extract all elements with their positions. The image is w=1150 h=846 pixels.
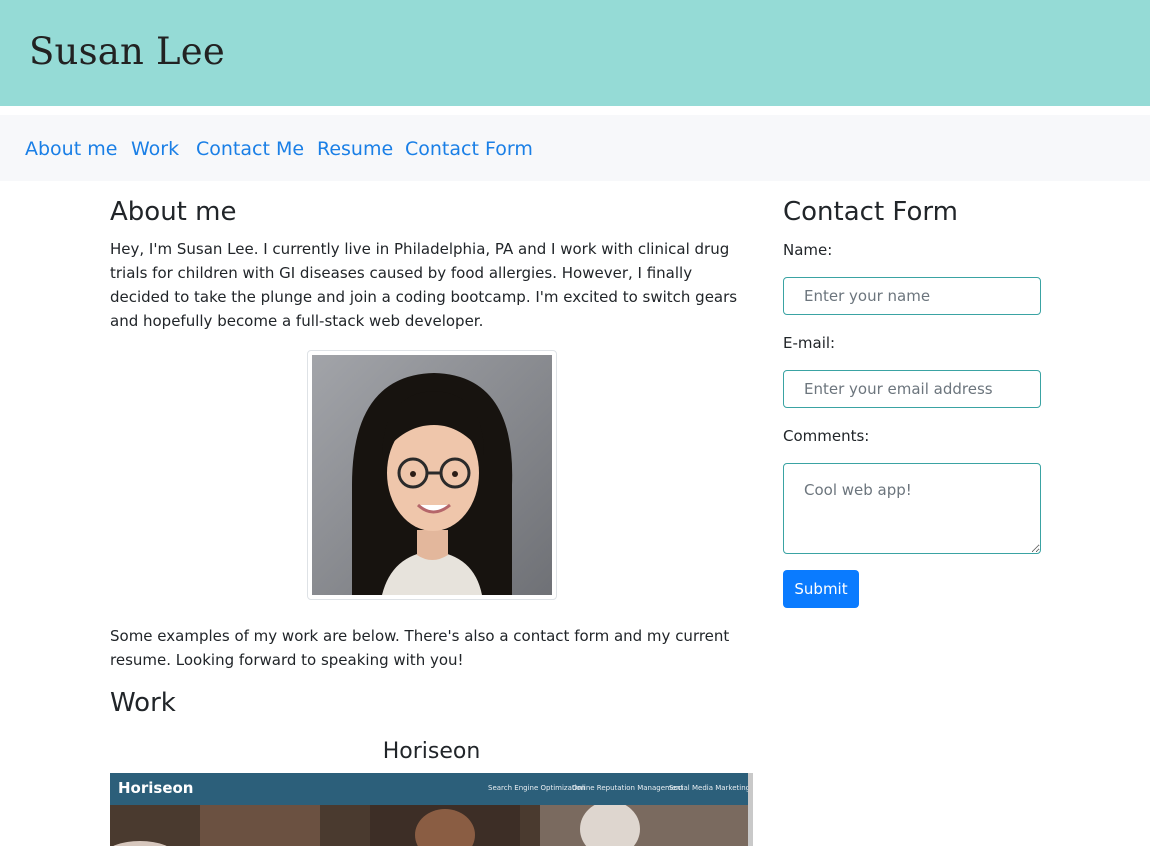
email-label: E-mail: [783, 334, 836, 352]
project-screenshot-horiseon[interactable]: Horiseon Search Engine Optimization Onli… [110, 773, 753, 846]
site-title: Susan Lee [29, 30, 225, 73]
comments-textarea[interactable] [783, 463, 1041, 554]
nav-link-work[interactable]: Work [131, 138, 179, 160]
email-input[interactable] [783, 370, 1041, 408]
name-input[interactable] [783, 277, 1041, 315]
profile-photo-frame [307, 350, 557, 600]
project-screenshot-navbar: Horiseon Search Engine Optimization Onli… [110, 773, 748, 805]
nav-link-resume[interactable]: Resume [317, 138, 393, 160]
work-heading: Work [110, 688, 176, 718]
about-heading: About me [110, 197, 237, 227]
name-label: Name: [783, 241, 833, 259]
nav-link-about-me[interactable]: About me [25, 138, 117, 160]
project-screenshot-logo: Horiseon [118, 779, 194, 797]
submit-button[interactable]: Submit [783, 570, 859, 608]
site-header: Susan Lee [0, 0, 1150, 106]
profile-photo [312, 355, 552, 595]
about-intro: Hey, I'm Susan Lee. I currently live in … [110, 240, 738, 330]
project-screenshot-link: Search Engine Optimization [488, 784, 586, 792]
navbar: About me Work Contact Me Resume Contact … [0, 115, 1150, 181]
about-outro: Some examples of my work are below. Ther… [110, 627, 730, 669]
project-screenshot-link: Social Media Marketing [669, 784, 751, 792]
nav-link-contact-me[interactable]: Contact Me [196, 138, 304, 160]
comments-label: Comments: [783, 427, 870, 445]
contact-form-heading: Contact Form [783, 197, 958, 227]
project-screenshot-link: Online Reputation Management [572, 784, 684, 792]
nav-link-contact-form[interactable]: Contact Form [405, 138, 533, 160]
project-title-horiseon: Horiseon [382, 739, 481, 764]
